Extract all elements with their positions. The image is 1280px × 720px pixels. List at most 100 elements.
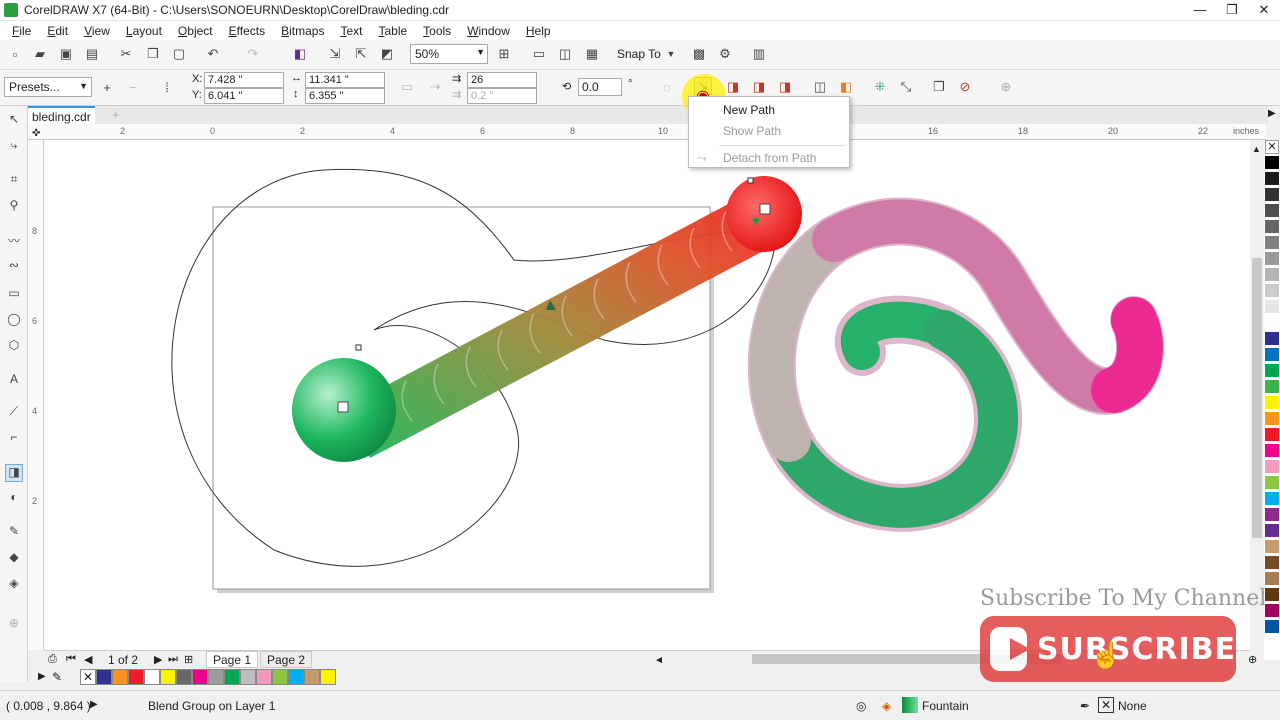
palette-no-color-swatch[interactable]: ✕ [1265, 140, 1279, 154]
quick-customize-icon[interactable]: ⊕ [997, 78, 1015, 96]
clear-blend-icon[interactable]: ⊘ [956, 78, 974, 96]
remove-preset-icon[interactable]: − [124, 78, 142, 96]
palette-swatch[interactable] [1265, 268, 1279, 282]
document-tab[interactable]: bleding.cdr [28, 106, 95, 124]
palette-swatch[interactable] [1265, 220, 1279, 234]
snap-chevron-icon[interactable]: ▼ [662, 45, 680, 63]
palette-swatch[interactable] [1265, 444, 1279, 458]
worm-blend-tail[interactable] [1091, 297, 1163, 413]
blend-direction-field[interactable]: 0.0 [578, 78, 622, 96]
pick-tool-icon[interactable]: ↖ [5, 112, 23, 130]
search-content-icon[interactable]: ◧ [291, 45, 309, 63]
welcome-screen-icon[interactable]: ▩ [690, 45, 708, 63]
docker-expand-icon[interactable]: ▶ [1268, 108, 1276, 119]
palette-swatch[interactable] [1265, 332, 1279, 346]
palette-swatch[interactable] [1265, 396, 1279, 410]
snap-to-dropdown[interactable]: Snap To [617, 47, 661, 61]
direct-blend-icon[interactable]: ◨ [724, 78, 742, 96]
start-end-properties-icon[interactable]: ⤡ [897, 78, 915, 96]
palette-swatch[interactable] [1265, 556, 1279, 570]
menu-object[interactable]: Object [170, 24, 221, 38]
print-icon[interactable]: ▤ [83, 45, 101, 63]
blend-object-icon[interactable]: ▭ [398, 78, 416, 96]
polygon-tool-icon[interactable]: ⬡ [5, 338, 23, 356]
menu-detach-from-path[interactable]: Detach from Path [723, 151, 816, 165]
palette-swatch[interactable] [1265, 572, 1279, 586]
document-palette-swatch[interactable] [160, 669, 176, 685]
page-tab-2[interactable]: Page 2 [260, 651, 313, 668]
y-position-field[interactable]: 6.041 " [204, 88, 284, 104]
object-origin-icon[interactable]: ⁞ [158, 78, 176, 96]
parallel-dimension-icon[interactable]: ⟋ [5, 404, 23, 422]
document-palette-swatch[interactable] [320, 669, 336, 685]
export-icon[interactable]: ⇱ [352, 45, 370, 63]
blend-spacing-field[interactable]: 0.2 " [467, 88, 537, 104]
no-color-swatch[interactable]: ✕ [80, 669, 96, 685]
document-palette-swatch[interactable] [176, 669, 192, 685]
smart-fill-icon[interactable]: ◈ [5, 576, 23, 594]
palette-swatch[interactable] [1265, 428, 1279, 442]
menu-show-path[interactable]: Show Path [723, 124, 781, 138]
palette-swatch[interactable] [1265, 604, 1279, 618]
text-tool-icon[interactable]: A [5, 372, 23, 390]
menu-edit[interactable]: Edit [39, 24, 76, 38]
menu-effects[interactable]: Effects [221, 24, 273, 38]
color-profile-icon[interactable]: ◎ [856, 699, 866, 713]
document-palette-swatch[interactable] [112, 669, 128, 685]
rectangle-tool-icon[interactable]: ▭ [5, 286, 23, 304]
new-tab-icon[interactable]: + [112, 107, 120, 122]
zoom-fit-icon[interactable]: ⊞ [495, 45, 513, 63]
menu-bitmaps[interactable]: Bitmaps [273, 24, 332, 38]
worm-blend-green[interactable] [769, 310, 1018, 528]
document-palette-swatch[interactable] [96, 669, 112, 685]
transparency-tool-icon[interactable]: ◐ [5, 490, 23, 508]
document-palette-swatch[interactable] [192, 669, 208, 685]
menu-tools[interactable]: Tools [415, 24, 459, 38]
freehand-tool-icon[interactable]: 〰 [5, 232, 23, 250]
previous-page-icon[interactable]: ◀ [84, 653, 92, 666]
loop-blend-icon[interactable]: ◌ [658, 78, 676, 96]
maximize-button[interactable]: ❐ [1216, 0, 1248, 21]
open-folder-icon[interactable]: ▰ [31, 45, 49, 63]
document-palette-swatch[interactable] [304, 669, 320, 685]
object-acceleration-icon[interactable]: ◫ [811, 78, 829, 96]
palette-swatch[interactable] [1265, 364, 1279, 378]
more-blend-options-icon[interactable]: ⁜ [871, 78, 889, 96]
paste-icon[interactable]: ▢ [170, 45, 188, 63]
publish-pdf-icon[interactable]: ◩ [378, 45, 396, 63]
menu-window[interactable]: Window [459, 24, 518, 38]
options-icon[interactable]: ⚙ [716, 45, 734, 63]
first-page-icon[interactable]: ⏮ [66, 653, 76, 666]
menu-table[interactable]: Table [370, 24, 415, 38]
blend-start-handle[interactable] [337, 401, 349, 413]
full-screen-preview-icon[interactable]: ▭ [530, 45, 548, 63]
document-palette-swatch[interactable] [288, 669, 304, 685]
palette-swatch[interactable] [1265, 188, 1279, 202]
show-grid-icon[interactable]: ▦ [583, 45, 601, 63]
zoom-tool-icon[interactable]: ⚲ [5, 198, 23, 216]
palette-swatch[interactable] [1265, 620, 1279, 634]
crop-tool-icon[interactable]: ⌗ [5, 172, 23, 190]
palette-swatch[interactable] [1265, 316, 1279, 330]
copy-blend-icon[interactable]: ❐ [930, 78, 948, 96]
scroll-up-icon[interactable]: ▲ [1252, 144, 1261, 154]
vertical-scroll-thumb[interactable] [1252, 258, 1262, 538]
color-acceleration-icon[interactable]: ◧ [837, 78, 855, 96]
path-node[interactable] [747, 177, 754, 184]
add-page-icon[interactable]: ⊞ [184, 653, 193, 666]
worm-blend-grey[interactable] [749, 218, 856, 462]
menu-file[interactable]: File [4, 24, 39, 38]
document-palette-swatch[interactable] [272, 669, 288, 685]
palette-swatch[interactable] [1265, 252, 1279, 266]
redo-icon[interactable]: ↷ [244, 45, 262, 63]
add-preset-icon[interactable]: + [98, 78, 116, 96]
palette-swatch[interactable] [1265, 412, 1279, 426]
palette-swatch[interactable] [1265, 236, 1279, 250]
interactive-fill-icon[interactable]: ◆ [5, 550, 23, 568]
clockwise-blend-icon[interactable]: ◨ [750, 78, 768, 96]
palette-swatch[interactable] [1265, 300, 1279, 314]
path-node[interactable] [355, 344, 362, 351]
blend-arrow-icon[interactable]: ⇢ [426, 78, 444, 96]
last-page-icon[interactable]: ⏭ [168, 653, 178, 666]
palette-swatch[interactable] [1265, 172, 1279, 186]
